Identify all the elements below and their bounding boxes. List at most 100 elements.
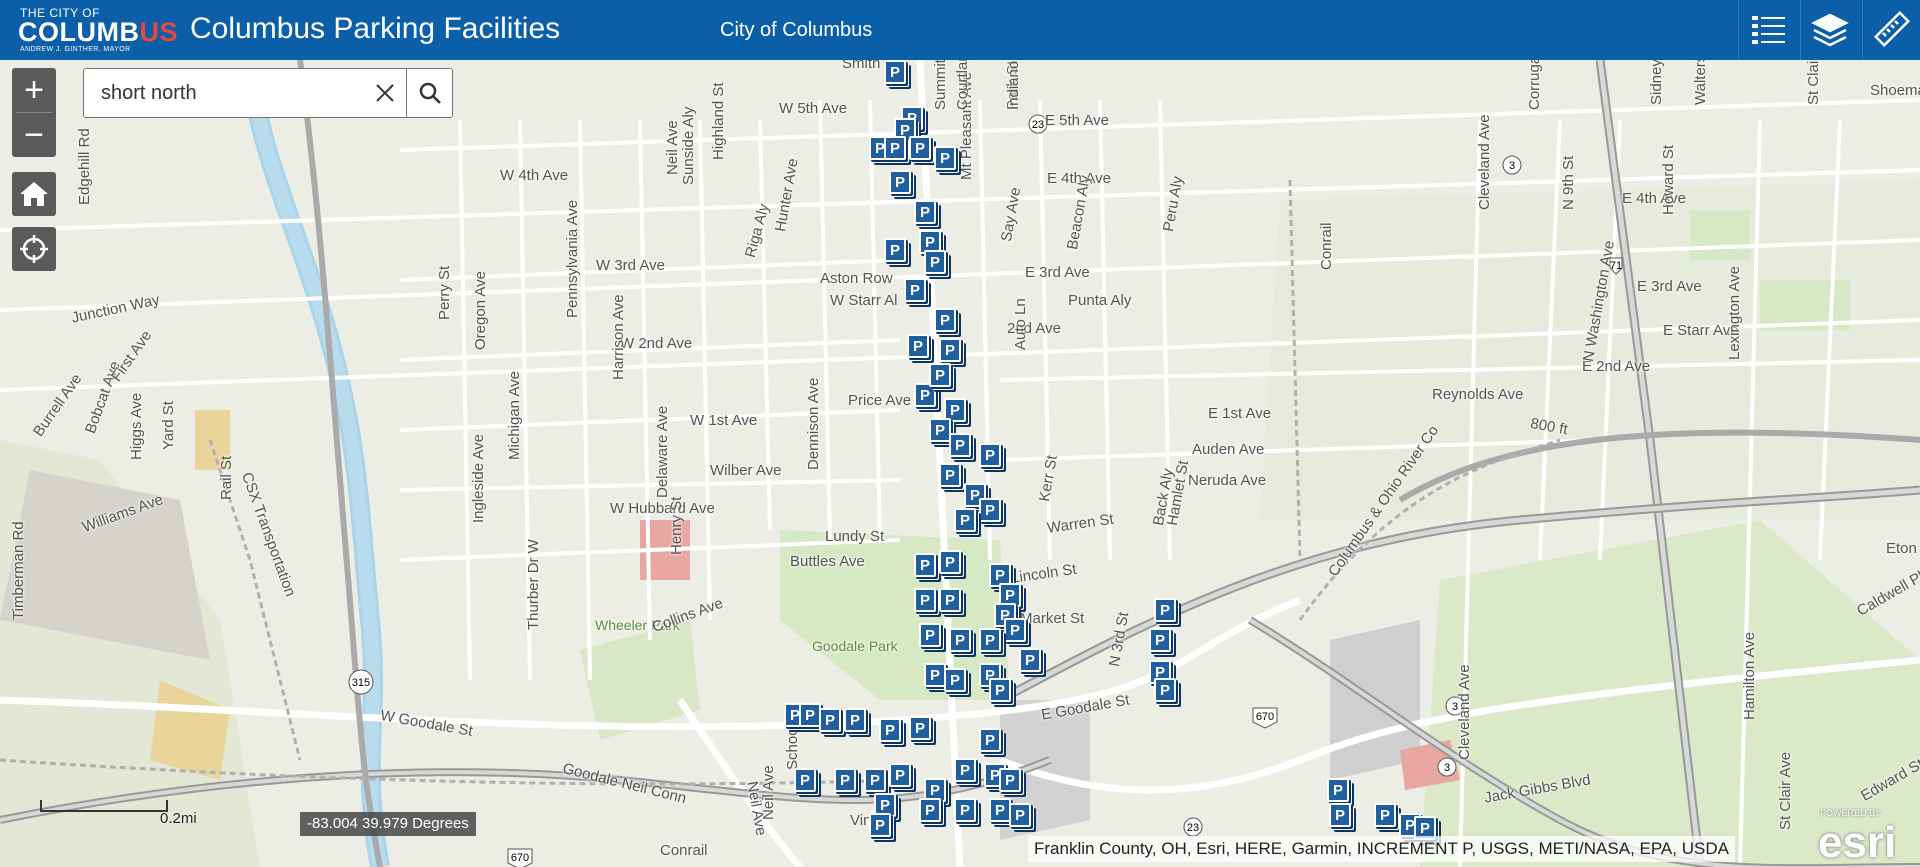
street-label: Neil Ave: [760, 765, 777, 820]
parking-pin[interactable]: P: [914, 200, 936, 224]
parking-pin[interactable]: P: [819, 708, 841, 732]
parking-pin[interactable]: P: [907, 334, 929, 358]
parking-pin[interactable]: P: [954, 508, 976, 532]
street-label: Pennsylvania Ave: [564, 199, 581, 318]
parking-pin[interactable]: P: [914, 588, 936, 612]
parking-pin[interactable]: P: [939, 338, 961, 362]
street-label: W 3rd Ave: [596, 257, 665, 274]
parking-pin[interactable]: P: [1329, 803, 1351, 827]
parking-pin[interactable]: P: [954, 758, 976, 782]
parking-pin[interactable]: P: [939, 550, 961, 574]
measure-button[interactable]: [1862, 0, 1920, 60]
parking-pin[interactable]: P: [979, 498, 1001, 522]
zoom-in-button[interactable]: +: [12, 68, 56, 112]
svg-text:23: 23: [1032, 119, 1044, 131]
parking-pin[interactable]: P: [979, 728, 1001, 752]
parking-pin[interactable]: P: [929, 363, 951, 387]
street-label: Reynolds Ave: [1432, 386, 1524, 403]
street-label: Eton: [1886, 540, 1917, 557]
parking-pin[interactable]: P: [1149, 628, 1171, 652]
parking-pin[interactable]: P: [934, 146, 956, 170]
parking-pin[interactable]: P: [1004, 618, 1026, 642]
parking-pin[interactable]: P: [919, 623, 941, 647]
legend-button[interactable]: [1738, 0, 1796, 60]
parking-pin[interactable]: P: [989, 678, 1011, 702]
parking-pin[interactable]: P: [1327, 778, 1349, 802]
parking-pin[interactable]: P: [799, 703, 821, 727]
parking-pin[interactable]: P: [1009, 803, 1031, 827]
parking-pin[interactable]: P: [794, 768, 816, 792]
parking-pin[interactable]: P: [879, 718, 901, 742]
street-label: W 5th Ave: [779, 100, 848, 117]
street-label: Henry St: [668, 496, 685, 555]
parking-pin[interactable]: P: [834, 768, 856, 792]
street-label: Cleveland Ave: [1456, 664, 1473, 760]
app-title: Columbus Parking Facilities: [190, 12, 561, 45]
esri-logo: POWERED BY esri: [1818, 808, 1897, 867]
parking-pin[interactable]: P: [934, 308, 956, 332]
scale-label: 0.2mi: [160, 810, 197, 827]
parking-pin[interactable]: P: [939, 463, 961, 487]
parking-pin[interactable]: P: [939, 588, 961, 612]
city-logo: THE CITY OF COLUMBUS ANDREW J. GINTHER, …: [18, 6, 178, 54]
street-label: Ingleside Ave: [470, 434, 487, 523]
street-label: Summit St: [932, 60, 949, 110]
zoom-out-button[interactable]: −: [12, 113, 56, 157]
street-label: E 3rd Ave: [1637, 278, 1702, 295]
parking-pin[interactable]: P: [909, 136, 931, 160]
parking-pin[interactable]: P: [1154, 678, 1176, 702]
street-label: Price Ave: [848, 392, 912, 409]
clear-search-button[interactable]: [364, 69, 406, 117]
parking-pin[interactable]: P: [924, 663, 946, 687]
parking-pin[interactable]: P: [924, 250, 946, 274]
map-attribution: Franklin County, OH, Esri, HERE, Garmin,…: [1028, 836, 1735, 862]
street-label: Timberman Rd: [10, 521, 27, 620]
map-view[interactable]: 23 3 71 315 670 670 23 3 3 Smith Pl W 5th…: [0, 60, 1920, 867]
search-input[interactable]: [84, 69, 364, 117]
parking-pin[interactable]: P: [904, 278, 926, 302]
parking-pin[interactable]: P: [884, 60, 906, 84]
search-button[interactable]: [406, 69, 453, 117]
svg-text:3: 3: [1444, 762, 1450, 774]
parking-pin[interactable]: P: [979, 443, 1001, 467]
parking-pin[interactable]: P: [919, 798, 941, 822]
street-label: Conrail: [660, 842, 708, 859]
parking-pin[interactable]: P: [949, 433, 971, 457]
street-label: Courtland: [954, 60, 971, 110]
parking-pin[interactable]: P: [944, 668, 966, 692]
home-button[interactable]: [12, 172, 56, 216]
parking-pin[interactable]: P: [999, 768, 1021, 792]
street-label: Market St: [1020, 610, 1085, 627]
search-icon: [419, 82, 441, 104]
parking-pin[interactable]: P: [884, 238, 906, 262]
street-label: Walters: [1692, 60, 1709, 105]
parking-pin[interactable]: P: [989, 798, 1011, 822]
locate-button[interactable]: [12, 227, 56, 271]
parking-pin[interactable]: P: [864, 768, 886, 792]
parking-pin[interactable]: P: [979, 628, 1001, 652]
svg-text:670: 670: [511, 852, 529, 864]
search-widget: [83, 68, 453, 118]
parking-pin[interactable]: P: [869, 813, 891, 837]
parking-pin[interactable]: P: [889, 170, 911, 194]
parking-pin[interactable]: P: [889, 763, 911, 787]
street-label: Goodale Park: [812, 638, 898, 654]
parking-pin[interactable]: P: [1374, 803, 1396, 827]
street-label: Aston Row: [820, 270, 893, 287]
parking-pin[interactable]: P: [954, 798, 976, 822]
street-label: W Starr Al: [830, 292, 898, 309]
parking-pin[interactable]: P: [1019, 648, 1041, 672]
parking-pin[interactable]: P: [929, 418, 951, 442]
parking-pin[interactable]: P: [884, 136, 906, 160]
street-label: Punta Aly: [1068, 292, 1132, 309]
parking-pin[interactable]: P: [914, 553, 936, 577]
layers-button[interactable]: [1800, 0, 1858, 60]
street-label: Auto Ln: [1012, 298, 1029, 350]
app-header: THE CITY OF COLUMBUS ANDREW J. GINTHER, …: [0, 0, 1920, 60]
parking-pin[interactable]: P: [909, 716, 931, 740]
street-label: Sidney: [1648, 60, 1665, 105]
parking-pin[interactable]: P: [949, 628, 971, 652]
street-label: Edgehill Rd: [76, 128, 93, 205]
parking-pin[interactable]: P: [844, 708, 866, 732]
parking-pin[interactable]: P: [1154, 598, 1176, 622]
